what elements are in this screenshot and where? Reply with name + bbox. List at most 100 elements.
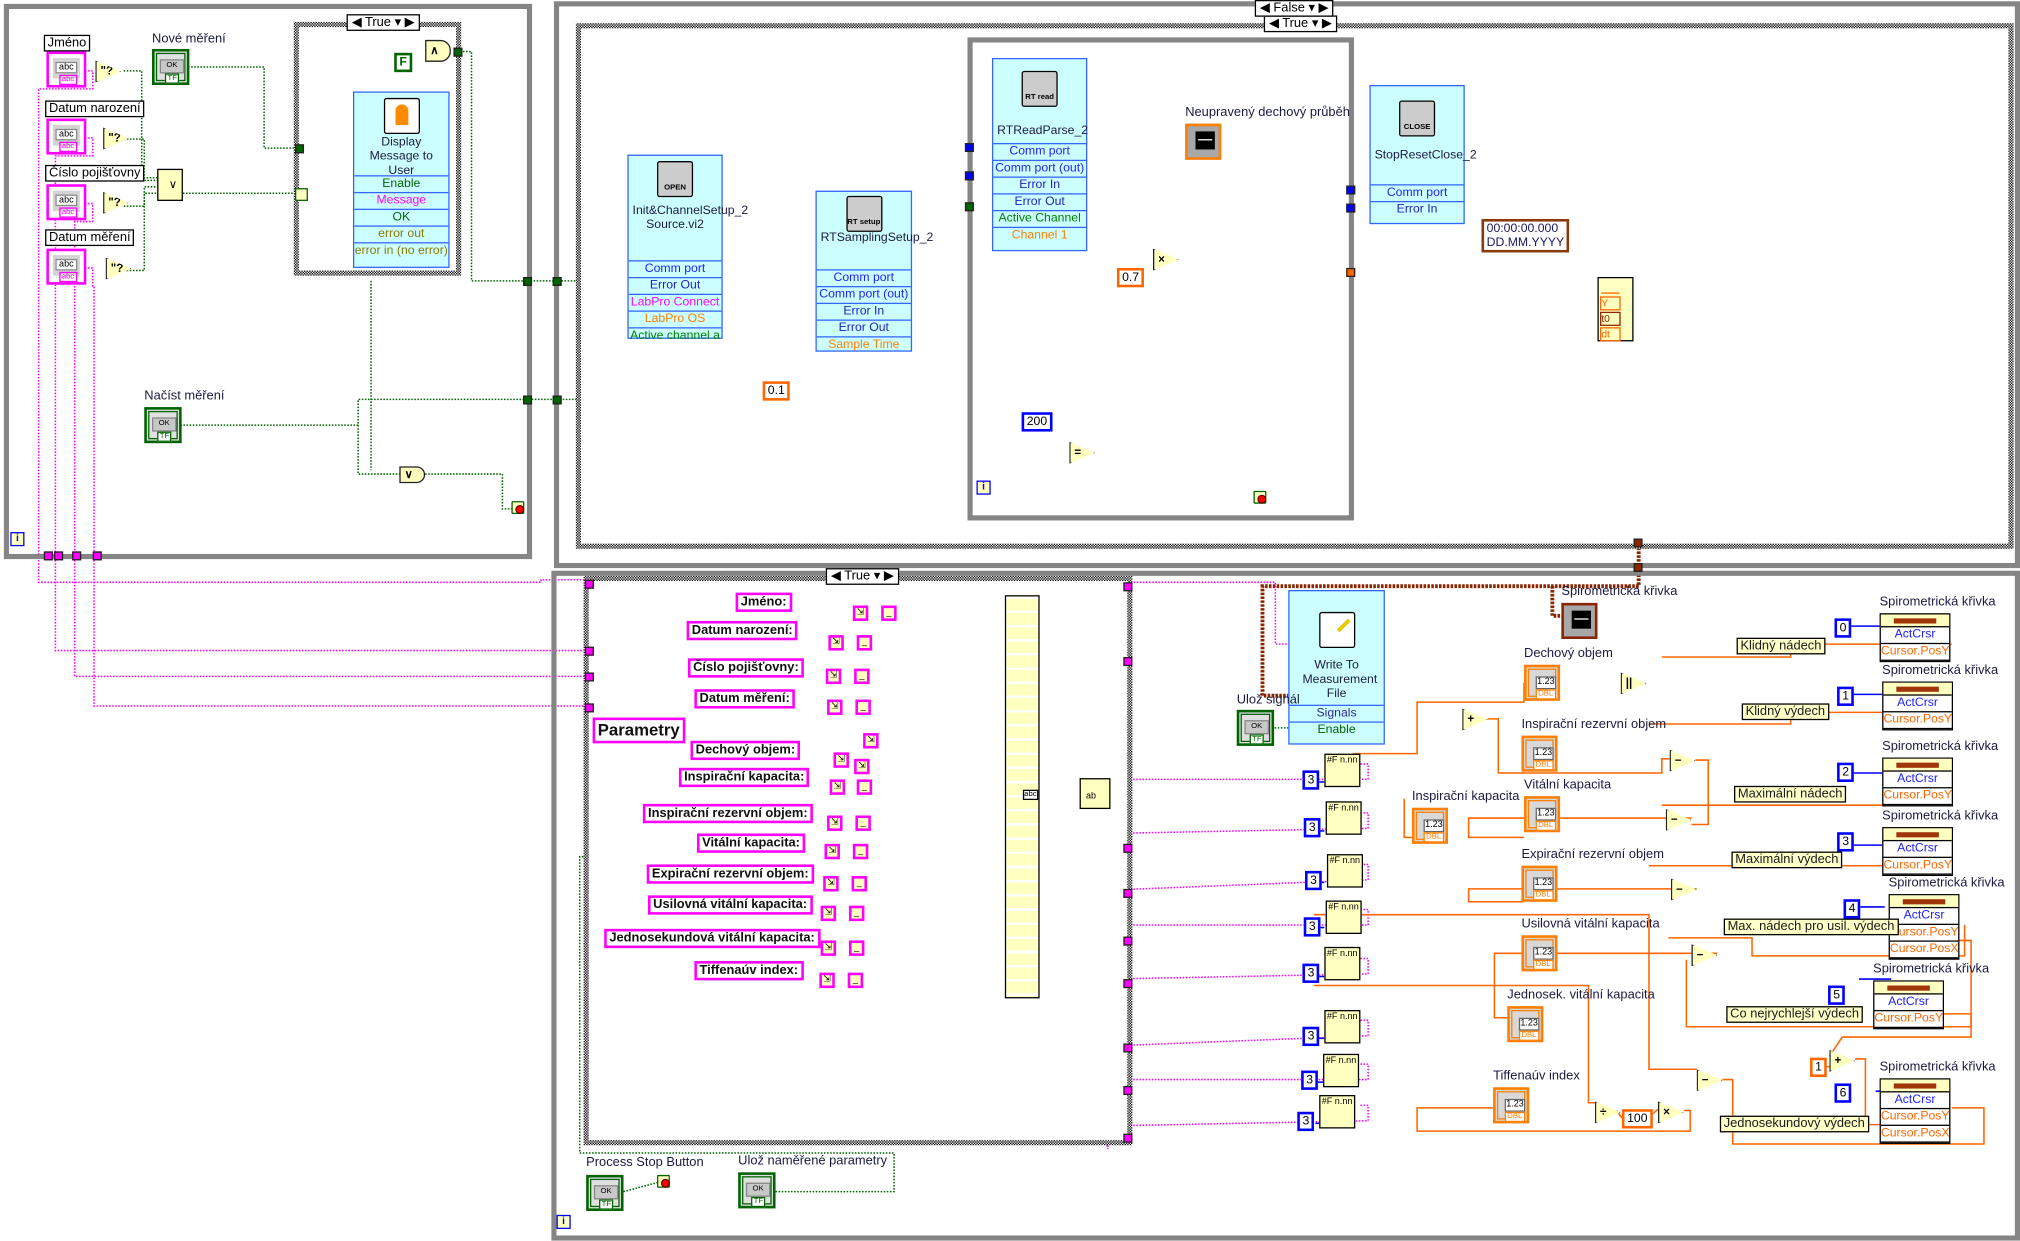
display-message-terminal[interactable]: Enable xyxy=(354,175,449,192)
string-type-glyph: abc xyxy=(59,207,77,218)
property-terminal[interactable]: Cursor.PosY xyxy=(1889,925,1959,942)
case-structure-outer-selector[interactable]: ◀ False ▾ ▶ xyxy=(1254,0,1334,17)
save-parameters-button[interactable]: OK TF xyxy=(738,1172,776,1209)
rt-sampling-setup-subvi-terminal[interactable]: Comm port xyxy=(816,269,911,286)
tunnel xyxy=(552,395,562,405)
tunnel xyxy=(1123,979,1133,989)
string-control[interactable]: abc abc xyxy=(46,118,87,155)
rt-sampling-setup-subvi-terminal[interactable]: Comm port (out) xyxy=(816,285,911,303)
empty-string-constant: _ xyxy=(856,779,873,795)
percent-constant: 100 xyxy=(1621,1109,1653,1129)
save-signal-button[interactable]: OK TF xyxy=(1236,709,1275,746)
cursor-property-node[interactable]: ActCrsr Cursor.PosY Cursor.PosX xyxy=(1888,894,1960,960)
tunnel xyxy=(1123,936,1133,946)
property-terminal[interactable]: ActCrsr xyxy=(1883,772,1952,789)
rt-sampling-setup-subvi-terminal[interactable]: Error Out xyxy=(816,319,911,336)
init-channel-setup-subvi-terminal[interactable]: Comm port xyxy=(628,260,722,277)
string-control-label: Datum měření xyxy=(45,229,135,247)
case-structure-acquisition-selector[interactable]: ◀ True ▾ ▶ xyxy=(1263,15,1337,33)
property-terminal[interactable]: Cursor.PosX xyxy=(1880,1126,1950,1143)
cursor-index-constant: 2 xyxy=(1837,762,1855,782)
numeric-value-glyph: 1.23 xyxy=(1423,819,1445,833)
rt-read-parse-subvi-terminal[interactable]: Active Channel xyxy=(993,209,1087,227)
precision-constant: 3 xyxy=(1297,1111,1315,1132)
string-control[interactable]: abc abc xyxy=(46,51,87,88)
new-measurement-button[interactable]: OK TF xyxy=(152,48,190,86)
cursor-property-node[interactable]: ActCrsr Cursor.PosY Cursor.PosX xyxy=(1879,1078,1951,1144)
numeric-indicator: 1.23 DBL xyxy=(1411,807,1449,844)
init-channel-setup-subvi-terminal[interactable]: LabPro Connect xyxy=(628,293,722,311)
empty-string-constant: _ xyxy=(852,843,869,860)
property-terminal[interactable]: Cursor.PosY xyxy=(1883,788,1952,806)
display-message-title: Display Message to User xyxy=(369,135,433,178)
string-control[interactable]: abc abc xyxy=(46,248,87,285)
raw-breath-graph-label: Neupravený dechový průběh xyxy=(1185,105,1350,120)
write-file-terminal[interactable]: Enable xyxy=(1289,721,1384,738)
rt-read-parse-subvi-terminal[interactable]: Error Out xyxy=(993,193,1087,210)
display-message-terminal[interactable]: Message xyxy=(354,191,449,209)
property-terminal[interactable]: Cursor.PosY xyxy=(1874,1011,1943,1029)
property-terminal[interactable]: Cursor.PosX xyxy=(1889,942,1959,959)
rt-sampling-setup-subvi-terminal[interactable]: Error In xyxy=(816,302,911,320)
load-measurement-button[interactable]: OK TF xyxy=(144,407,182,444)
case-structure-message-selector[interactable]: ◀ True ▾ ▶ xyxy=(346,14,420,31)
timestamp-constant[interactable]: 00:00:00.000 DD.MM.YYYY xyxy=(1481,219,1570,253)
property-terminal[interactable]: Cursor.PosY xyxy=(1883,858,1952,875)
write-measurement-file-subvi[interactable]: Write To Measurement File Signals Enable xyxy=(1288,590,1385,745)
rt-read-parse-subvi-terminal[interactable]: Comm port (out) xyxy=(993,159,1087,177)
stop-reset-close-subvi-terminal[interactable]: Comm port xyxy=(1370,184,1464,201)
rt-sampling-setup-subvi-terminal[interactable]: Sample Time xyxy=(816,336,911,353)
tunnel xyxy=(43,551,53,561)
init-channel-setup-subvi[interactable]: OPEN Init&ChannelSetup_2 Source.vi2 Comm p… xyxy=(627,154,748,343)
process-stop-button[interactable]: OK TF xyxy=(586,1174,624,1211)
case-structure-report xyxy=(583,575,1133,1146)
property-terminal[interactable]: Cursor.PosY xyxy=(1880,644,1950,661)
property-terminal[interactable]: Cursor.PosY xyxy=(1880,1109,1950,1126)
rt-read-parse-subvi-title: RTReadParse_2 xyxy=(997,123,1089,138)
cursor-property-node[interactable]: ActCrsr Cursor.PosY xyxy=(1882,827,1954,877)
init-channel-setup-subvi-terminal[interactable]: Error Out xyxy=(628,276,722,294)
empty-string-constant: _ xyxy=(847,972,864,989)
new-measurement-button-label: Nové měření xyxy=(152,32,226,47)
report-label-constant: Datum měření: xyxy=(694,689,795,709)
display-message-terminal[interactable]: error out xyxy=(354,225,449,242)
cursor-property-node[interactable]: ActCrsr Cursor.PosY xyxy=(1882,681,1954,731)
compound-or-node: ∨ xyxy=(157,168,183,201)
cursor-property-node[interactable]: ActCrsr Cursor.PosY xyxy=(1879,613,1951,663)
stop-reset-close-subvi[interactable]: CLOSE StopResetClose_2 Comm port Error In xyxy=(1369,85,1477,225)
rt-read-parse-subvi-terminal[interactable]: Error In xyxy=(993,176,1087,193)
rt-read-parse-subvi-terminal[interactable]: Channel 1 xyxy=(993,226,1087,244)
property-terminal[interactable]: ActCrsr xyxy=(1880,627,1950,645)
precision-constant: 3 xyxy=(1303,818,1321,838)
property-terminal[interactable]: ActCrsr xyxy=(1883,696,1952,713)
write-file-terminal[interactable]: Signals xyxy=(1289,704,1384,722)
tunnel xyxy=(1123,843,1133,853)
rt-sampling-setup-subvi[interactable]: RT setup RTSamplingSetup_2 Comm port Comm p… xyxy=(815,190,933,353)
property-terminal[interactable]: ActCrsr xyxy=(1889,908,1959,925)
display-message-terminal[interactable]: OK xyxy=(354,208,449,226)
property-terminal[interactable]: ActCrsr xyxy=(1883,841,1952,858)
tunnel xyxy=(1346,203,1356,213)
process-stop-button-label: Process Stop Button xyxy=(586,1155,704,1170)
number-to-string-icon: ⇲ xyxy=(829,779,846,795)
stop-reset-close-subvi-terminal[interactable]: Error In xyxy=(1370,200,1464,218)
property-terminal[interactable]: ActCrsr xyxy=(1874,995,1943,1012)
write-to-text-file-node[interactable]: ab xyxy=(1079,778,1111,810)
cursor-property-node[interactable]: ActCrsr Cursor.PosY xyxy=(1882,757,1954,807)
property-terminal[interactable]: ActCrsr xyxy=(1880,1092,1950,1110)
init-channel-setup-subvi-terminal[interactable]: Active channel a xyxy=(628,327,722,344)
property-node-header xyxy=(1880,614,1950,628)
process-stop-button-face: OK xyxy=(593,1185,619,1200)
display-message-terminal[interactable]: error in (no error) xyxy=(354,242,449,259)
cursor-property-node[interactable]: ActCrsr Cursor.PosY xyxy=(1873,980,1944,1030)
tunnel xyxy=(1346,185,1356,195)
rt-read-parse-subvi-terminal[interactable]: Comm port xyxy=(993,142,1087,160)
string-control[interactable]: abc abc xyxy=(46,184,87,221)
rt-read-parse-subvi[interactable]: RT read RTReadParse_2 Comm port Comm port (… xyxy=(991,57,1089,252)
case-structure-report-selector[interactable]: ◀ True ▾ ▶ xyxy=(825,568,899,585)
load-measurement-button-type-glyph: TF xyxy=(157,431,172,442)
sample-time-constant: 0.1 xyxy=(762,381,790,401)
init-channel-setup-subvi-terminal[interactable]: LabPro OS xyxy=(628,310,722,327)
property-terminal[interactable]: Cursor.PosY xyxy=(1883,712,1952,730)
display-message-subvi[interactable]: Display Message to User Enable Message OK er… xyxy=(352,91,450,268)
